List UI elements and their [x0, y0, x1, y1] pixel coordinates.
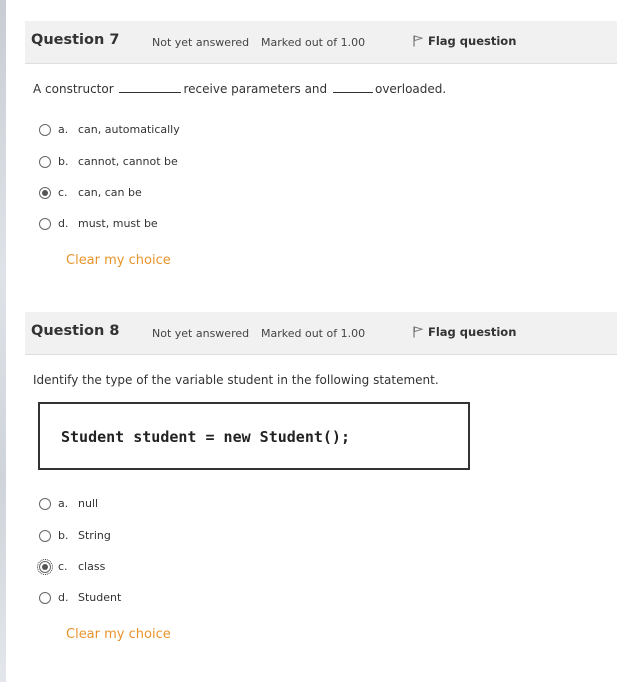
question-7-text: A constructor receive parameters and ove… [33, 82, 446, 96]
question-text-part: overloaded. [374, 82, 447, 96]
option-text: cannot, cannot be [78, 155, 178, 168]
radio-icon[interactable] [39, 530, 51, 542]
question-text-part: A constructor [33, 82, 114, 96]
question-state: Not yet answered [152, 36, 250, 49]
option-letter: d. [58, 591, 69, 604]
option-letter: c. [58, 560, 68, 573]
radio-icon[interactable] [39, 592, 51, 604]
radio-icon[interactable] [37, 559, 53, 575]
question-8-header: Question 8 Not yet answered Marked out o… [25, 312, 617, 355]
option-text: can, can be [78, 186, 142, 199]
option-letter: a. [58, 497, 69, 510]
option-letter: b. [58, 529, 69, 542]
flag-question-label: Flag question [428, 325, 517, 339]
question-number: Question 8 [31, 323, 120, 339]
answer-blank [332, 82, 373, 93]
question-marks: Marked out of 1.00 [261, 36, 366, 49]
radio-icon[interactable] [39, 498, 51, 510]
option-text: String [78, 529, 111, 542]
radio-icon[interactable] [39, 218, 51, 230]
option-text: Student [78, 591, 122, 604]
flag-icon [413, 326, 423, 338]
flag-question-link[interactable]: Flag question [413, 325, 516, 339]
option-text: can, automatically [78, 123, 180, 136]
option-letter: c. [58, 186, 68, 199]
clear-choice-link[interactable]: Clear my choice [66, 253, 171, 268]
option-letter: d. [58, 217, 69, 230]
radio-icon[interactable] [39, 187, 51, 199]
question-number: Question 7 [31, 32, 120, 48]
window-edge [0, 0, 6, 682]
question-state: Not yet answered [152, 327, 250, 340]
flag-icon [413, 35, 423, 47]
code-snippet: Student student = new Student(); [38, 402, 470, 470]
option-text: class [78, 560, 106, 573]
question-marks: Marked out of 1.00 [261, 327, 366, 340]
flag-question-link[interactable]: Flag question [413, 34, 516, 48]
flag-question-label: Flag question [428, 34, 517, 48]
question-7-header: Question 7 Not yet answered Marked out o… [25, 21, 617, 64]
radio-icon[interactable] [39, 124, 51, 136]
question-8-text: Identify the type of the variable studen… [33, 373, 439, 387]
option-text: null [78, 497, 99, 510]
question-text-part: receive parameters and [183, 82, 328, 96]
option-text: must, must be [78, 217, 158, 230]
clear-choice-link[interactable]: Clear my choice [66, 627, 171, 642]
code-text: Student student = new Student(); [61, 428, 350, 446]
option-letter: b. [58, 155, 69, 168]
answer-blank [119, 82, 182, 93]
radio-icon[interactable] [39, 156, 51, 168]
option-letter: a. [58, 123, 69, 136]
